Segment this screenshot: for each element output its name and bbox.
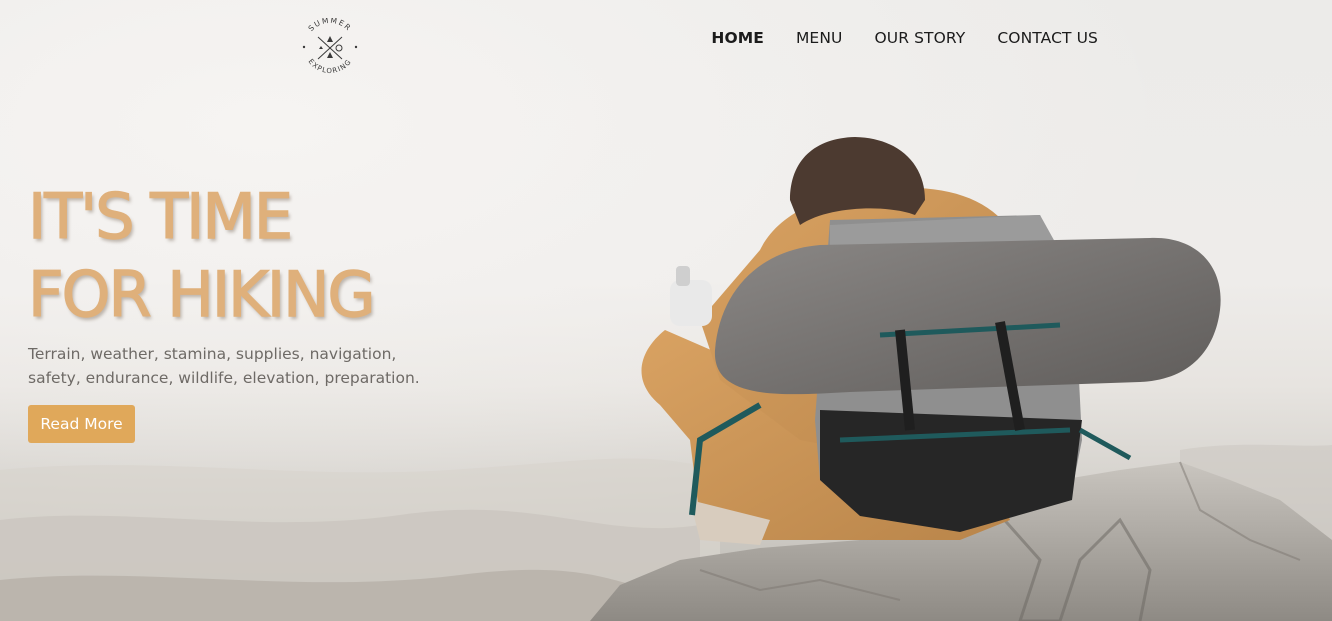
logo-bottom-text: EXPLORING [307, 58, 353, 76]
compass-crossed-arrows-icon: SUMMER EXPLORING [302, 16, 358, 76]
read-more-button[interactable]: Read More [28, 405, 135, 443]
nav-contact-us-link[interactable]: CONTACT US [997, 28, 1098, 48]
hero-section: SUMMER EXPLORING HOME MENU OUR STORY CON… [0, 0, 1332, 621]
main-nav: HOME MENU OUR STORY CONTACT US [711, 28, 1098, 48]
hero-headline-line-2: FOR HIKING [27, 257, 376, 331]
svg-text:EXPLORING: EXPLORING [307, 58, 354, 76]
hero-tagline-line-1: Terrain, weather, stamina, supplies, nav… [28, 345, 397, 363]
site-logo[interactable]: SUMMER EXPLORING [296, 16, 364, 76]
nav-menu-link[interactable]: MENU [796, 28, 843, 48]
hero-tagline-line-2: safety, endurance, wildlife, elevation, … [28, 369, 420, 387]
nav-our-story-link[interactable]: OUR STORY [874, 28, 965, 48]
svg-text:SUMMER: SUMMER [307, 18, 354, 33]
hero-headline: IT'S TIME FOR HIKING [27, 178, 376, 334]
hero-headline-line-1: IT'S TIME [27, 179, 293, 253]
logo-top-text: SUMMER [307, 16, 352, 33]
hero-tagline: Terrain, weather, stamina, supplies, nav… [28, 342, 448, 390]
nav-home-link[interactable]: HOME [711, 28, 764, 48]
